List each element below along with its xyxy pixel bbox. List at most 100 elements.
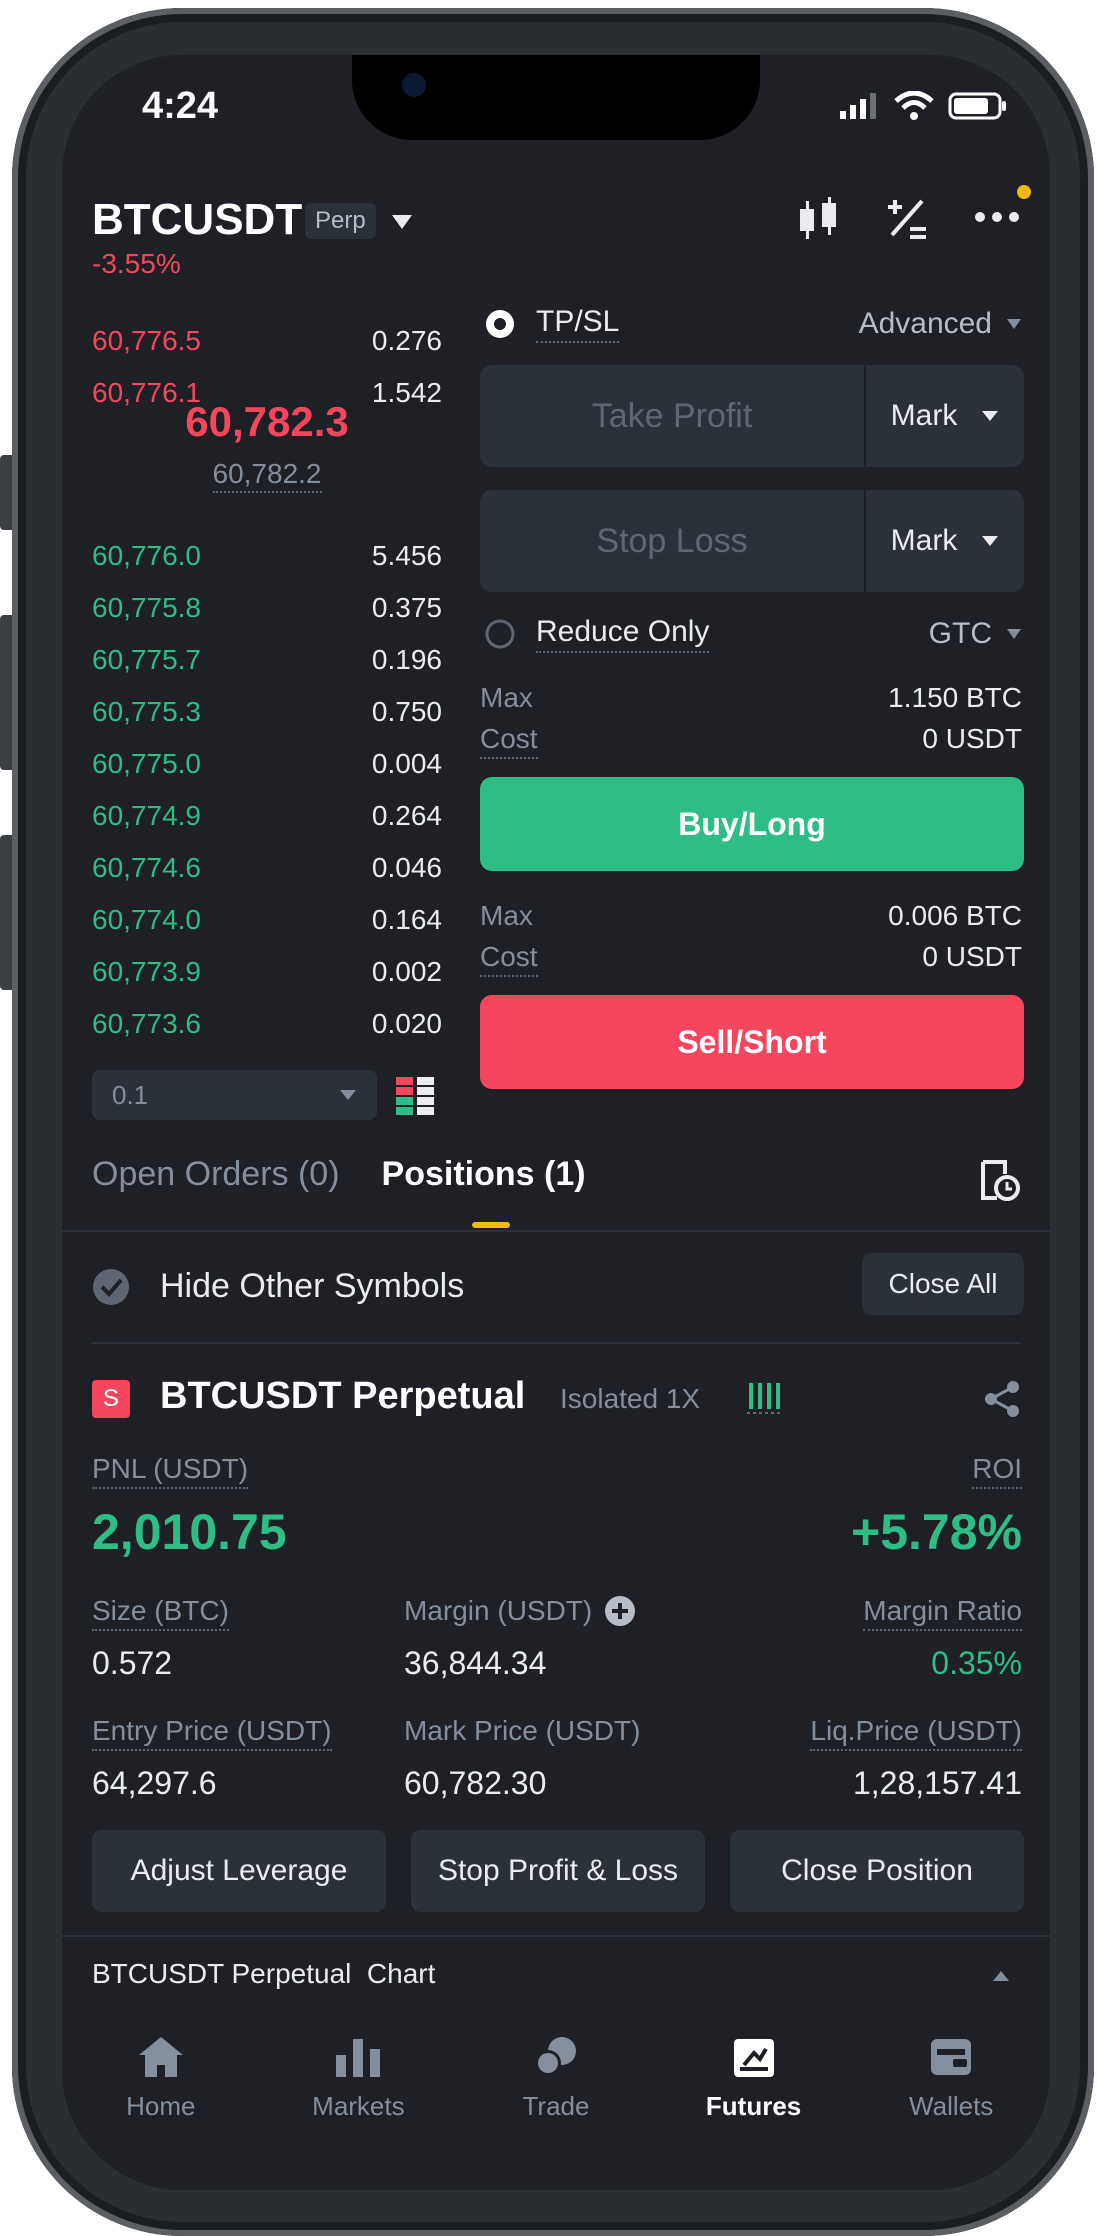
stop-loss-field[interactable]: Stop Loss Mark <box>480 490 1024 592</box>
symbol-title[interactable]: BTCUSDT <box>92 195 302 245</box>
buy-max-label: Max <box>480 682 533 713</box>
ask-qty: 0.276 <box>371 325 442 356</box>
bid-qty: 0.750 <box>371 696 442 727</box>
bid-qty: 0.196 <box>371 644 442 675</box>
advanced-dropdown[interactable]: Advanced <box>859 307 1022 341</box>
orderbook-bid-row[interactable]: 60,774.9 0.264 <box>92 790 442 842</box>
symbol-dropdown-icon[interactable] <box>390 213 414 231</box>
bid-qty: 0.046 <box>371 852 442 883</box>
orderbook-bid-row[interactable]: 60,774.0 0.164 <box>92 894 442 946</box>
calculator-icon[interactable] <box>884 195 930 241</box>
status-time: 4:24 <box>142 85 219 127</box>
sell-short-button[interactable]: Sell/Short <box>480 995 1024 1089</box>
position-mode: Isolated 1X <box>560 1383 701 1414</box>
notch <box>352 55 760 140</box>
nav-markets-label: Markets <box>312 2091 405 2121</box>
buy-long-button[interactable]: Buy/Long <box>480 777 1024 871</box>
orderbook-bid-row[interactable]: 60,775.0 0.004 <box>92 738 442 790</box>
take-profit-input[interactable]: Take Profit <box>480 397 864 436</box>
trade-icon <box>534 2037 576 2076</box>
nav-trade-label: Trade <box>522 2091 590 2121</box>
nav-futures[interactable]: Futures <box>669 2035 839 2190</box>
position-title[interactable]: BTCUSDT Perpetual <box>160 1375 525 1418</box>
last-price[interactable]: 60,782.3 <box>92 398 442 446</box>
bid-qty: 5.456 <box>371 540 442 571</box>
orderbook-ask-row[interactable]: 60,776.5 0.276 <box>92 315 442 367</box>
bid-price: 60,775.7 <box>92 644 201 675</box>
checkbox-checked-icon <box>93 1268 129 1305</box>
orderbook-bid-row[interactable]: 60,775.7 0.196 <box>92 634 442 686</box>
entry-price-label: Entry Price (USDT) <box>92 1715 332 1751</box>
bid-price: 60,775.3 <box>92 696 201 727</box>
orderbook-bid-row[interactable]: 60,775.8 0.375 <box>92 582 442 634</box>
nav-markets[interactable]: Markets <box>273 2035 443 2190</box>
tab-positions[interactable]: Positions (1) <box>382 1155 586 1194</box>
camera-icon <box>402 73 426 97</box>
ask-price: 60,776.5 <box>92 325 201 356</box>
share-icon[interactable] <box>982 1379 1022 1419</box>
bid-qty: 0.164 <box>371 904 442 935</box>
orderbook-bid-row[interactable]: 60,776.0 5.456 <box>92 530 442 582</box>
add-margin-icon[interactable] <box>604 1595 636 1627</box>
nav-wallets[interactable]: Wallets <box>866 2035 1036 2190</box>
bid-qty: 0.264 <box>371 800 442 831</box>
time-in-force-dropdown[interactable]: GTC <box>929 617 1022 651</box>
home-indicator-area <box>62 2180 1050 2190</box>
nav-home[interactable]: Home <box>76 2035 246 2190</box>
tif-label: GTC <box>928 617 992 650</box>
app-screen: 4:24 BTCUSDT Perp -3.55% 60,776.5 0.276 6… <box>62 55 1050 2190</box>
size-label: Size (BTC) <box>92 1595 229 1631</box>
chevron-down-icon <box>982 536 999 546</box>
sell-max-label: Max <box>480 900 533 931</box>
mute-switch <box>0 455 12 530</box>
more-options-icon[interactable] <box>974 210 1020 224</box>
perp-badge: Perp <box>305 203 376 239</box>
bid-price: 60,775.8 <box>92 592 201 623</box>
orderbook-bid-row[interactable]: 60,773.6 0.020 <box>92 998 442 1050</box>
chart-bar-label[interactable]: BTCUSDT Perpetual Chart <box>92 1958 435 1990</box>
bid-price: 60,773.9 <box>92 956 201 987</box>
adl-indicator-icon <box>747 1383 783 1414</box>
roi-label: ROI <box>972 1453 1022 1489</box>
roi-value: +5.78% <box>851 1504 1022 1560</box>
mark-price: 60,782.2 <box>92 458 442 493</box>
tpsl-radio[interactable]: TP/SL <box>484 305 620 343</box>
margin-ratio-value: 0.35% <box>931 1645 1022 1681</box>
nav-trade[interactable]: Trade <box>471 2035 641 2190</box>
orderbook-layout-icon[interactable] <box>396 1077 434 1115</box>
chevron-down-icon <box>1007 319 1021 329</box>
tab-open-orders[interactable]: Open Orders (0) <box>92 1155 340 1194</box>
reduce-only-radio[interactable]: Reduce Only <box>484 615 710 653</box>
chevron-up-icon[interactable] <box>992 1970 1010 1982</box>
trigger-type-label: Mark <box>890 524 958 557</box>
advanced-label: Advanced <box>858 307 992 340</box>
divider <box>62 1230 1050 1232</box>
radio-selected-icon <box>486 310 514 338</box>
buy-cost-value: 0 USDT <box>922 723 1022 754</box>
adjust-leverage-button[interactable]: Adjust Leverage <box>92 1830 386 1912</box>
take-profit-trigger-select[interactable]: Mark <box>864 365 1024 467</box>
hide-other-symbols-toggle[interactable]: Hide Other Symbols <box>92 1267 464 1306</box>
stop-loss-trigger-select[interactable]: Mark <box>864 490 1024 592</box>
reduce-only-label: Reduce Only <box>536 615 710 653</box>
orderbook-bid-row[interactable]: 60,773.9 0.002 <box>92 946 442 998</box>
stop-profit-loss-button[interactable]: Stop Profit & Loss <box>411 1830 705 1912</box>
orderbook-bid-row[interactable]: 60,775.3 0.750 <box>92 686 442 738</box>
nav-home-label: Home <box>126 2091 196 2121</box>
candlestick-chart-icon[interactable] <box>794 195 844 241</box>
futures-icon <box>733 2039 774 2077</box>
stop-loss-input[interactable]: Stop Loss <box>480 522 864 561</box>
home-icon <box>138 2037 183 2077</box>
nav-wallets-label: Wallets <box>909 2091 994 2121</box>
order-history-icon[interactable] <box>979 1160 1021 1202</box>
take-profit-field[interactable]: Take Profit Mark <box>480 365 1024 467</box>
pnl-label: PNL (USDT) <box>92 1453 249 1489</box>
close-all-button[interactable]: Close All <box>862 1253 1024 1315</box>
bid-price: 60,775.0 <box>92 748 201 779</box>
orderbook-bid-row[interactable]: 60,774.6 0.046 <box>92 842 442 894</box>
close-position-button[interactable]: Close Position <box>730 1830 1024 1912</box>
battery-icon <box>948 92 1006 120</box>
wallet-icon <box>931 2039 972 2075</box>
depth-step-select[interactable]: 0.1 <box>92 1070 377 1120</box>
status-icons <box>840 91 1008 121</box>
